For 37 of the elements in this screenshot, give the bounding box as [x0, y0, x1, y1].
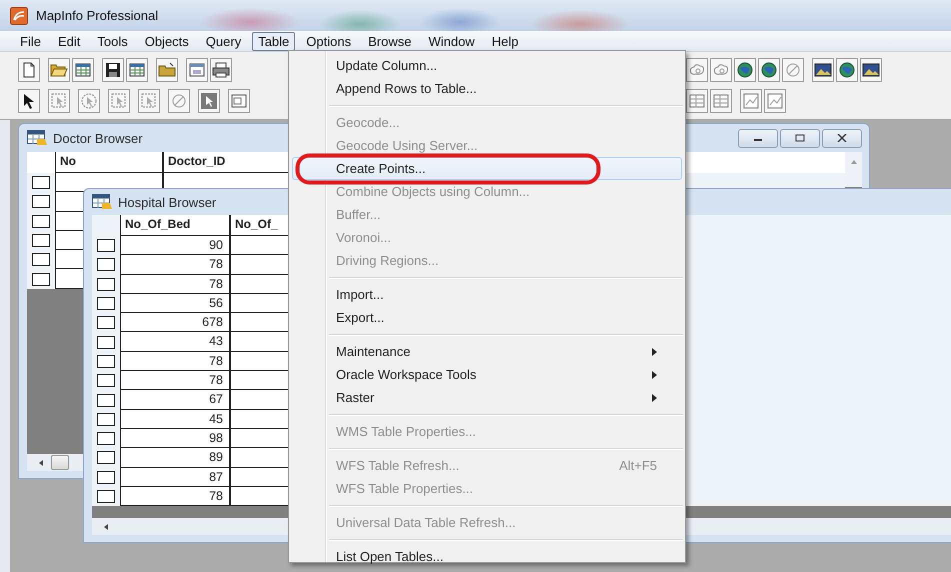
- table-cell: 43: [120, 332, 230, 352]
- menu-option-label: Maintenance: [336, 344, 410, 359]
- menu-option-label: Import...: [336, 287, 384, 302]
- table-cell: 89: [120, 448, 230, 468]
- menu-option-label: Create Points...: [336, 161, 426, 176]
- window-title: Hospital Browser: [118, 194, 216, 210]
- menu-option-label: Universal Data Table Refresh...: [336, 515, 516, 530]
- menu-option-label: Update Column...: [336, 58, 438, 73]
- menu-option-label: Geocode...: [336, 115, 400, 130]
- menu-option-label: Raster: [336, 390, 374, 405]
- table-cell: 78: [120, 255, 230, 275]
- menu-option-label: WFS Table Refresh...: [336, 458, 460, 473]
- menu-option-label: Append Rows to Table...: [336, 81, 477, 96]
- table-cell: 90: [120, 236, 230, 256]
- menu-option-label: Geocode Using Server...: [336, 138, 478, 153]
- menu-option-label: Export...: [336, 310, 384, 325]
- menu-option-label: Oracle Workspace Tools: [336, 367, 476, 382]
- table-cell: 87: [120, 468, 230, 487]
- table-cell: 78: [120, 352, 230, 372]
- window-title: Doctor Browser: [53, 130, 143, 146]
- table-cell: 67: [120, 390, 230, 410]
- window-title: MapInfo Professional: [36, 8, 158, 23]
- table-cell: 678: [120, 313, 230, 332]
- menu-option-label: WFS Table Properties...: [336, 481, 474, 496]
- table-cell: 45: [120, 410, 230, 429]
- table-cell: 78: [120, 486, 230, 506]
- table-cell: 98: [120, 428, 230, 448]
- table-cell: 78: [120, 371, 230, 390]
- menu-option-label: Buffer...: [336, 207, 381, 222]
- menu-option-label: List Open Tables...: [336, 549, 444, 564]
- shortcut-label: Alt+F5: [619, 458, 657, 473]
- menu-option-label: Voronoi...: [336, 230, 391, 245]
- menu-option-label: Combine Objects using Column...: [336, 184, 530, 199]
- menu-option-label: WMS Table Properties...: [336, 424, 476, 439]
- table-cell: 78: [120, 274, 230, 294]
- menu-option-label: Driving Regions...: [336, 253, 439, 268]
- table-cell: 56: [120, 294, 230, 314]
